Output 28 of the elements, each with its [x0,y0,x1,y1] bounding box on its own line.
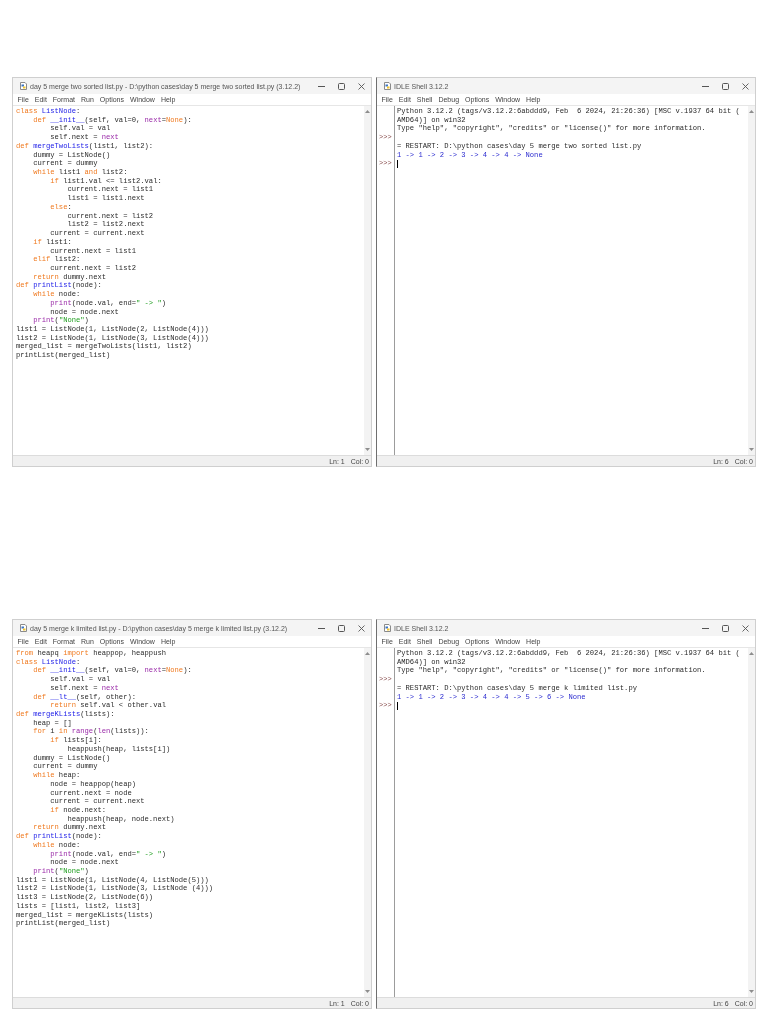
minimize-icon [317,627,325,629]
scrollbar[interactable] [748,648,755,997]
document-icon [20,82,27,90]
document-icon [20,624,27,632]
scroll-up-icon[interactable] [365,110,370,113]
minimize-icon [701,85,709,87]
minimize-icon [317,85,325,87]
close-icon [357,624,365,632]
document-icon [384,624,391,632]
close-icon [741,624,749,632]
scroll-down-icon[interactable] [365,448,370,451]
minimize-icon [701,627,709,629]
maximize-icon [337,82,345,90]
maximize-icon [721,82,729,90]
close-icon [741,82,749,90]
scroll-down-icon[interactable] [749,990,754,993]
scroll-up-icon[interactable] [749,110,754,113]
scrollbar[interactable] [364,106,371,455]
scroll-up-icon[interactable] [365,652,370,655]
scrollbar[interactable] [748,106,755,455]
scroll-down-icon[interactable] [365,990,370,993]
document-icon [384,82,391,90]
maximize-icon [337,624,345,632]
close-icon [357,82,365,90]
scrollbar[interactable] [364,648,371,997]
scroll-up-icon[interactable] [749,652,754,655]
scroll-down-icon[interactable] [749,448,754,451]
maximize-icon [721,624,729,632]
